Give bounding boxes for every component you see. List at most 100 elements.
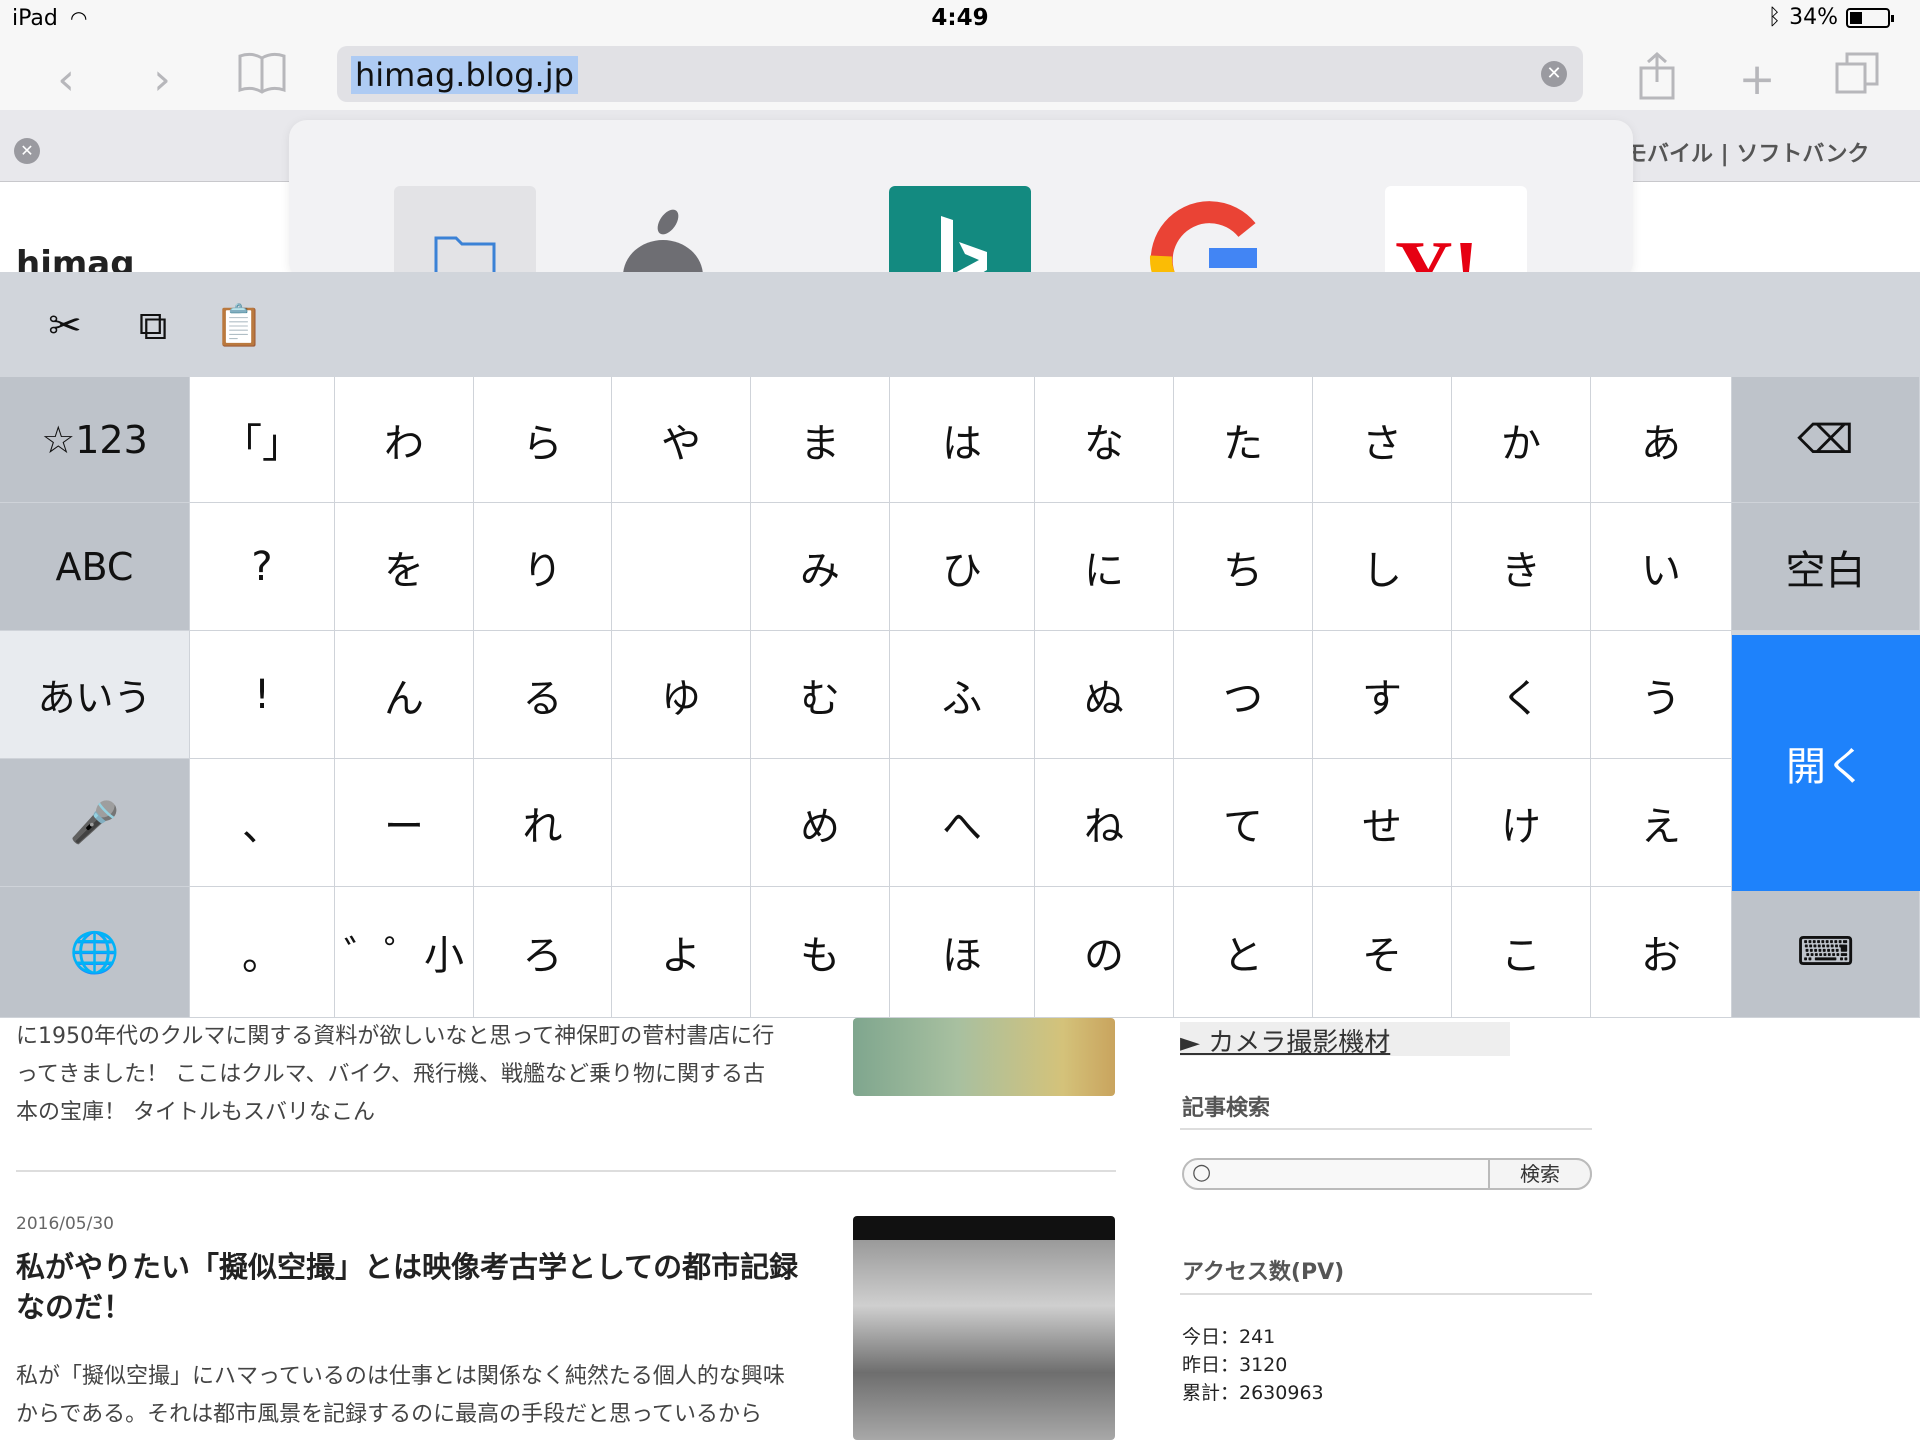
t2-line[interactable]: なのだ！	[16, 1288, 132, 1326]
tabs-button[interactable]	[1827, 50, 1887, 110]
key-0-0[interactable]: ☆123	[0, 377, 190, 503]
key-4-9[interactable]: そ	[1313, 887, 1452, 1018]
key-0-8[interactable]: た	[1174, 377, 1313, 503]
status-bar: iPad ◠ 4:49 ᛒ 34%	[0, 0, 1920, 38]
key-4-1[interactable]: 。	[190, 887, 335, 1018]
key-2-1[interactable]: !	[190, 631, 335, 759]
key-0-4[interactable]: や	[612, 377, 751, 503]
key-2-11[interactable]: う	[1591, 631, 1732, 759]
key-2-2[interactable]: ん	[335, 631, 474, 759]
key-4-4[interactable]: よ	[612, 887, 751, 1018]
t2-line[interactable]: 私がやりたい「擬似空撮」とは映像考古学としての都市記録	[16, 1248, 798, 1286]
key-1-10[interactable]: き	[1452, 503, 1591, 631]
sidebar-link-camera[interactable]: ► カメラ撮影機材	[1180, 1022, 1510, 1058]
key-0-3[interactable]: ら	[474, 377, 612, 503]
key-3-2[interactable]: ー	[335, 759, 474, 887]
key-0-1[interactable]: 「」	[190, 377, 335, 503]
cut-icon[interactable]: ✂	[36, 300, 94, 352]
key-4-10[interactable]: こ	[1452, 887, 1591, 1018]
key-1-7[interactable]: に	[1035, 503, 1174, 631]
key-1-3[interactable]: り	[474, 503, 612, 631]
key-1-5[interactable]: み	[751, 503, 890, 631]
clear-url-button[interactable]: ✕	[1541, 61, 1567, 87]
bing-logo-icon	[941, 216, 987, 280]
key-3-0[interactable]: 🎤	[0, 759, 190, 887]
key-3-4[interactable]	[612, 759, 751, 887]
favorite-yahoo[interactable]: Y!	[1385, 186, 1527, 280]
tab-title[interactable]: モバイル | ソフトバンク	[1625, 136, 1869, 168]
key-1-6[interactable]: ひ	[890, 503, 1035, 631]
key-0-5[interactable]: ま	[751, 377, 890, 503]
search-button[interactable]: 検索	[1488, 1158, 1592, 1190]
key-4-6[interactable]: ほ	[890, 887, 1035, 1018]
pv-today: 今日：241	[1182, 1326, 1276, 1348]
key-0-6[interactable]: は	[890, 377, 1035, 503]
key-2-9[interactable]: す	[1313, 631, 1452, 759]
key-1-0[interactable]: ABC	[0, 503, 190, 631]
key-1-4[interactable]	[612, 503, 751, 631]
url-text[interactable]: himag.blog.jp	[351, 56, 578, 94]
japanese-kana-keyboard: ✂ ⧉ 📋 ☆123 「」わらやまはなたさかあ ⌫ ABC? をり みひにちしきい空白あい…	[0, 272, 1920, 1018]
google-logo-icon	[1149, 201, 1266, 280]
open-key[interactable]: 開く	[1732, 635, 1920, 891]
key-0-9[interactable]: さ	[1313, 377, 1452, 503]
divider	[1180, 1293, 1592, 1295]
share-button[interactable]	[1627, 50, 1687, 110]
back-button[interactable]: ‹	[36, 50, 96, 110]
key-3-8[interactable]: て	[1174, 759, 1313, 887]
key-0-11[interactable]: あ	[1591, 377, 1732, 503]
clock: 4:49	[931, 5, 989, 31]
key-2-8[interactable]: つ	[1174, 631, 1313, 759]
key-0-10[interactable]: か	[1452, 377, 1591, 503]
key-3-7[interactable]: ね	[1035, 759, 1174, 887]
address-bar[interactable]: himag.blog.jp ✕	[337, 46, 1583, 102]
bookmarks-button[interactable]	[232, 50, 292, 110]
key-1-2[interactable]: を	[335, 503, 474, 631]
new-tab-button[interactable]: +	[1727, 50, 1787, 110]
key-3-3[interactable]: れ	[474, 759, 612, 887]
key-1-8[interactable]: ち	[1174, 503, 1313, 631]
article-thumbnail-2[interactable]	[853, 1216, 1115, 1440]
key-2-4[interactable]: ゆ	[612, 631, 751, 759]
key-3-6[interactable]: へ	[890, 759, 1035, 887]
key-2-6[interactable]: ふ	[890, 631, 1035, 759]
key-0-7[interactable]: な	[1035, 377, 1174, 503]
key-4-5[interactable]: も	[751, 887, 890, 1018]
key-4-0[interactable]: 🌐	[0, 887, 190, 1018]
bluetooth-icon: ᛒ	[1767, 5, 1782, 30]
key-2-0[interactable]: あいう	[0, 631, 190, 759]
key-3-5[interactable]: め	[751, 759, 890, 887]
key-1-12[interactable]: 空白	[1732, 503, 1920, 631]
key-4-3[interactable]: ろ	[474, 887, 612, 1018]
favorite-apple[interactable]	[592, 186, 734, 280]
key-4-2[interactable]: ゛゜小	[335, 887, 474, 1018]
close-tab-button[interactable]: ✕	[14, 138, 40, 164]
key-3-1[interactable]: 、	[190, 759, 335, 887]
key-4-11[interactable]: お	[1591, 887, 1732, 1018]
key-2-5[interactable]: む	[751, 631, 890, 759]
key-3-10[interactable]: け	[1452, 759, 1591, 887]
favorite-google[interactable]	[1137, 186, 1279, 280]
key-2-7[interactable]: ぬ	[1035, 631, 1174, 759]
forward-button[interactable]: ›	[132, 50, 192, 110]
key-3-9[interactable]: せ	[1313, 759, 1452, 887]
key-4-8[interactable]: と	[1174, 887, 1313, 1018]
key-1-11[interactable]: い	[1591, 503, 1732, 631]
key-3-11[interactable]: え	[1591, 759, 1732, 887]
paste-icon[interactable]: 📋	[210, 300, 268, 352]
key-2-3[interactable]: る	[474, 631, 612, 759]
key-2-10[interactable]: く	[1452, 631, 1591, 759]
key-1-1[interactable]: ?	[190, 503, 335, 631]
key-0-12[interactable]: ⌫	[1732, 377, 1920, 503]
key-4-7[interactable]: の	[1035, 887, 1174, 1018]
favorite-folder[interactable]	[394, 186, 536, 280]
key-1-9[interactable]: し	[1313, 503, 1452, 631]
clipboard-bar: ✂ ⧉ 📋	[0, 272, 1920, 377]
pv-yesterday: 昨日：3120	[1182, 1354, 1288, 1376]
key-4-12[interactable]: ⌨	[1732, 887, 1920, 1018]
favorite-bing[interactable]	[889, 186, 1031, 280]
key-0-2[interactable]: わ	[335, 377, 474, 503]
article-thumbnail-1[interactable]	[853, 1018, 1115, 1096]
copy-icon[interactable]: ⧉	[124, 300, 182, 352]
pv-total: 累計：2630963	[1182, 1382, 1324, 1404]
